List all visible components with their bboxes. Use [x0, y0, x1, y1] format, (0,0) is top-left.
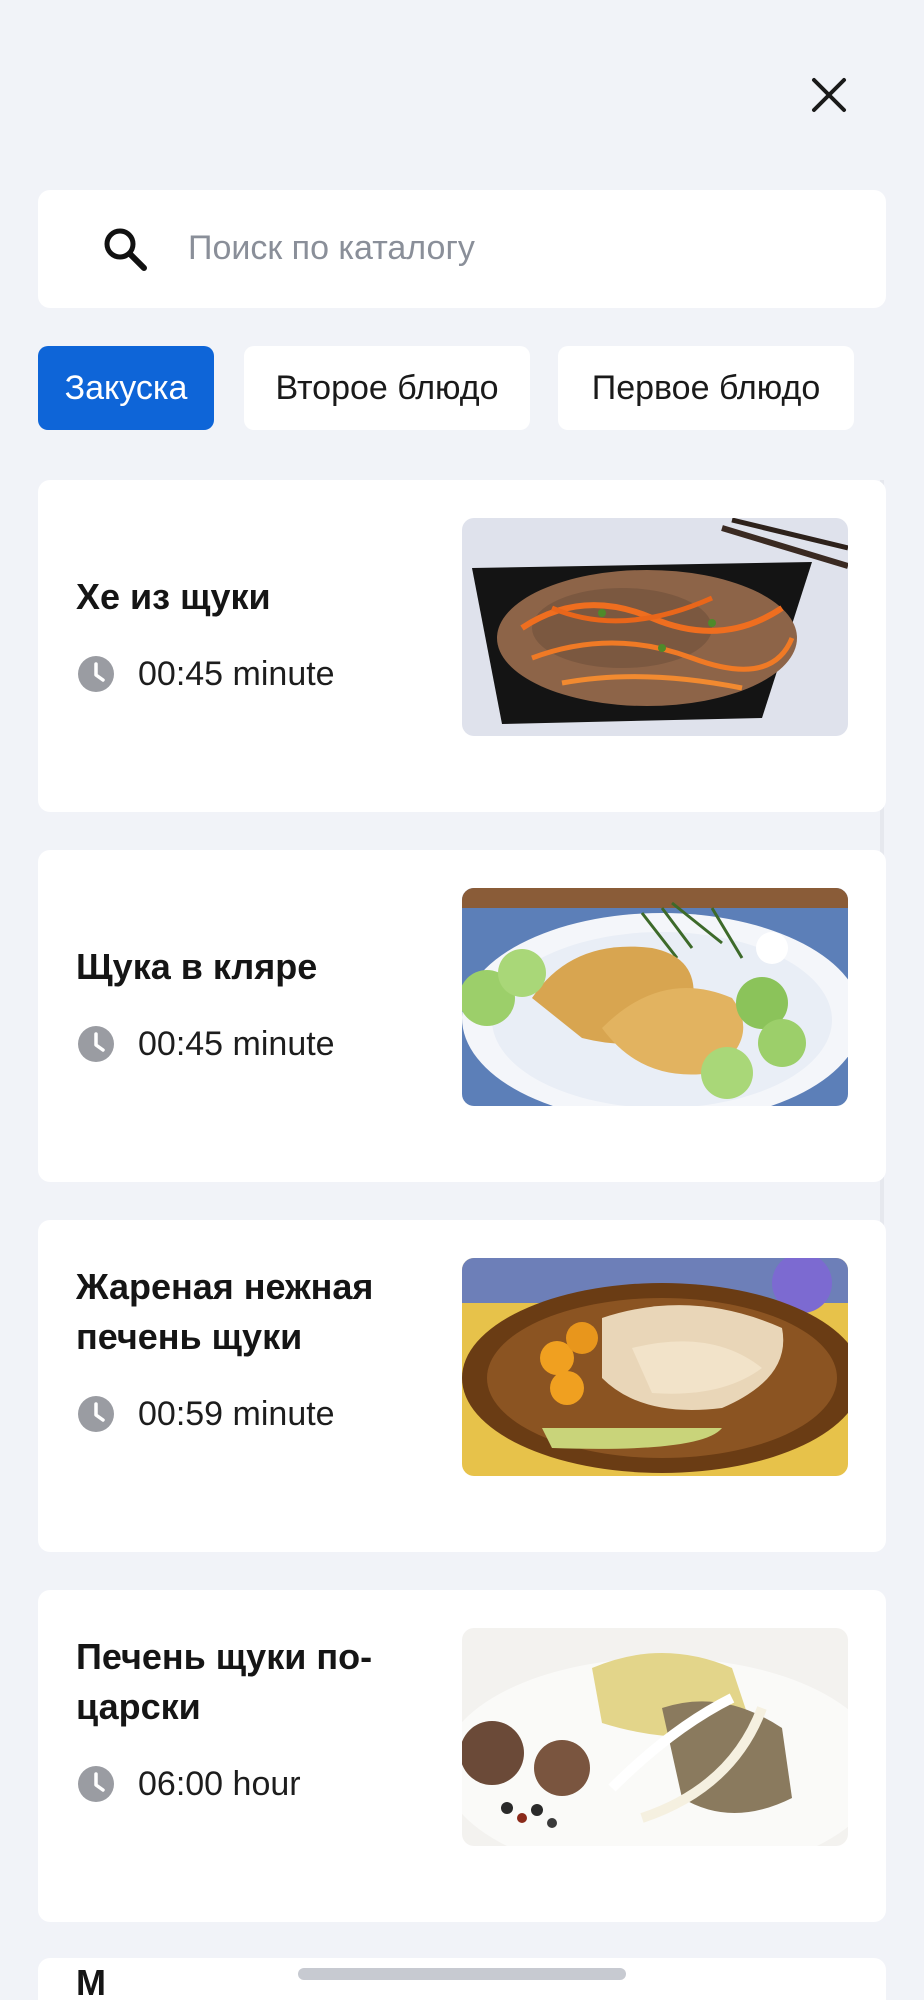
close-icon: [812, 78, 846, 112]
search-input[interactable]: [188, 220, 848, 276]
recipe-card[interactable]: Жареная нежная печень щуки 00:59 minute: [38, 1220, 886, 1552]
recipe-card[interactable]: Хе из щуки 00:45 minute: [38, 480, 886, 812]
search-icon: [100, 224, 150, 274]
recipe-card[interactable]: Печень щуки по-царски 06:00 hour: [38, 1590, 886, 1922]
close-button[interactable]: [806, 72, 852, 118]
clock-icon: [78, 1766, 114, 1802]
clock-icon: [78, 1026, 114, 1062]
recipe-time-text: 00:45 minute: [138, 1024, 335, 1063]
recipe-time: 00:45 minute: [76, 651, 335, 697]
recipe-title: Хе из щуки: [76, 576, 271, 617]
category-chip-zakuska[interactable]: Закуска: [38, 346, 214, 430]
recipe-time: 00:59 minute: [76, 1391, 335, 1437]
recipe-image: [462, 518, 848, 736]
recipe-title: М: [76, 1962, 106, 2000]
recipe-time: 06:00 hour: [76, 1761, 301, 1807]
category-chip-pervoe-blyudo[interactable]: Первое блюдо: [558, 346, 854, 430]
home-indicator: [298, 1968, 626, 1980]
recipe-title: Щука в кляре: [76, 946, 318, 987]
clock-icon: [78, 1396, 114, 1432]
recipe-title: Жареная нежная печень щуки: [76, 1266, 374, 1357]
recipe-image: [462, 1628, 848, 1846]
recipe-image: [462, 1258, 848, 1476]
category-chip-vtoroe-blyudo[interactable]: Второе блюдо: [244, 346, 530, 430]
recipe-time-text: 00:45 minute: [138, 654, 335, 693]
recipe-time: 00:45 minute: [76, 1021, 335, 1067]
recipe-time-text: 00:59 minute: [138, 1394, 335, 1433]
recipe-title: Печень щуки по-царски: [76, 1636, 373, 1727]
clock-icon: [78, 656, 114, 692]
recipe-time-text: 06:00 hour: [138, 1764, 301, 1803]
recipe-image: [462, 888, 848, 1106]
recipe-card[interactable]: Щука в кляре 00:45 minute: [38, 850, 886, 1182]
